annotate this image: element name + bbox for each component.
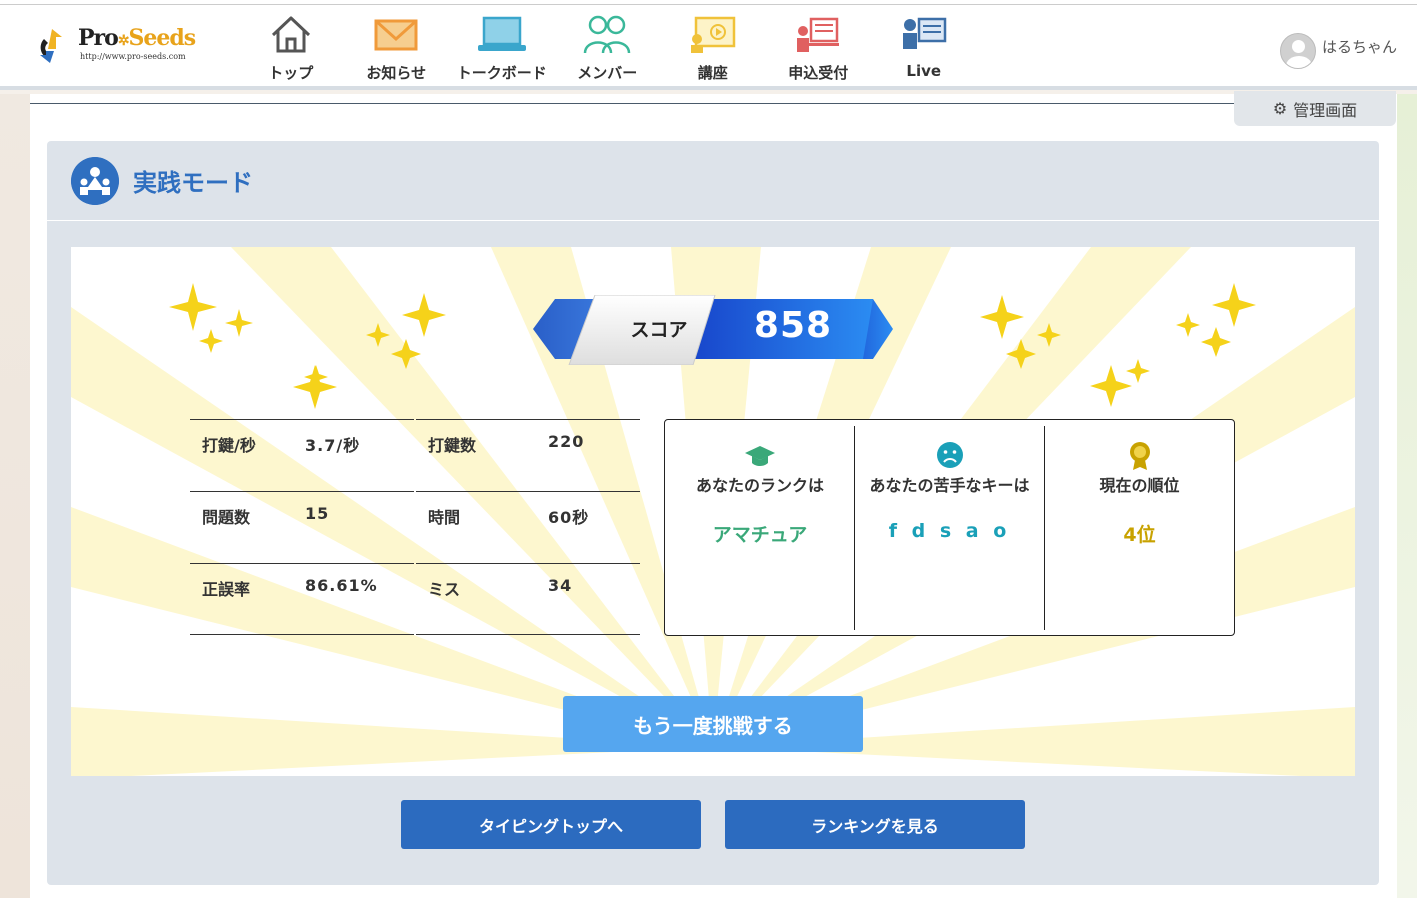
result-info-box: あなたのランクは アマチュア あなたの苦手なキーは f d s a o 現在の順… [664, 419, 1235, 636]
nav-item-talkboard[interactable]: トークボード [449, 5, 555, 91]
stat-questions: 問題数 15 [190, 491, 414, 563]
gear-icon: ⚙ [1272, 99, 1288, 118]
stat-label: 正誤率 [202, 580, 251, 599]
weak-key-column: あなたの苦手なキーは f d s a o [854, 426, 1044, 630]
weak-key-title: あなたの苦手なキーは [869, 476, 1030, 495]
typing-top-button[interactable]: タイピングトップへ [401, 800, 701, 849]
stat-miss: ミス 34 [416, 563, 640, 635]
user-name: はるちゃん [1322, 37, 1398, 56]
stat-value: 86.61% [305, 576, 378, 595]
logo-mark-icon [40, 29, 62, 63]
result-card: スコア 858 打鍵/秒 3.7/秒 打鍵数 220 問題数 15 時間 60秒… [71, 247, 1355, 776]
divider [30, 103, 1235, 104]
mail-icon [374, 19, 418, 51]
site-header: Pro✲Seeds http://www.pro-seeds.com トップ お… [0, 4, 1417, 90]
graduation-cap-icon [745, 446, 775, 466]
nav-item-top[interactable]: トップ [238, 5, 344, 91]
nav-label: メンバー [577, 64, 638, 82]
nav-label: 申込受付 [788, 64, 849, 82]
stat-value: 15 [305, 504, 330, 523]
position-column: 現在の順位 4位 [1044, 426, 1234, 630]
rank-column: あなたのランクは アマチュア [665, 426, 855, 630]
position-value: 4位 [1123, 524, 1156, 546]
practice-mode-icon [71, 157, 119, 205]
page-title: 実践モード [133, 169, 253, 197]
nav-item-application[interactable]: 申込受付 [766, 5, 872, 91]
logo-text: Pro✲Seeds [78, 25, 196, 51]
lecture-icon [690, 16, 735, 53]
laptop-icon [477, 16, 526, 51]
retry-button[interactable]: もう一度挑戦する [563, 696, 863, 752]
nav-label: トークボード [456, 64, 547, 82]
medal-icon [1129, 442, 1150, 470]
stat-value: 34 [548, 576, 573, 595]
home-icon [271, 16, 310, 53]
panel-header: 実践モード [47, 141, 1379, 221]
admin-label: 管理画面 [1293, 100, 1358, 120]
stat-label: 打鍵/秒 [202, 436, 256, 455]
stat-accuracy: 正誤率 86.61% [190, 563, 414, 635]
members-icon [584, 15, 631, 54]
weak-key-value: f d s a o [888, 520, 1011, 542]
stat-label: 時間 [428, 508, 461, 527]
score-label: スコア [630, 319, 688, 341]
nav-label: Live [906, 62, 942, 80]
score-banner: スコア 858 [533, 295, 893, 365]
nav-label: お知らせ [366, 64, 427, 82]
nav-item-members[interactable]: メンバー [555, 5, 661, 91]
admin-button[interactable]: ⚙ 管理画面 [1234, 91, 1396, 126]
application-icon [797, 17, 840, 52]
nav-label: 講座 [697, 64, 728, 82]
nav-label: トップ [268, 64, 314, 82]
nav-item-lecture[interactable]: 講座 [660, 5, 766, 91]
nav-item-live[interactable]: Live [871, 5, 977, 91]
left-background [0, 94, 30, 898]
stat-label: 問題数 [202, 508, 251, 527]
stat-value: 60秒 [548, 508, 590, 527]
practice-mode-panel: 実践モード スコア 858 打鍵/秒 3.7/秒 打鍵数 220 問題数 15 … [47, 141, 1379, 885]
stat-label: ミス [428, 580, 461, 599]
logo-url: http://www.pro-seeds.com [80, 52, 186, 61]
main-nav: トップ お知らせ トークボード メンバー 講座 申込受付 Live [238, 5, 977, 91]
nav-item-news[interactable]: お知らせ [344, 5, 450, 91]
user-menu[interactable]: はるちゃん [1280, 33, 1397, 69]
rank-title: あなたのランクは [695, 476, 824, 495]
stat-value: 220 [548, 432, 585, 451]
avatar [1280, 33, 1316, 69]
stat-value: 3.7/秒 [305, 436, 361, 455]
position-title: 現在の順位 [1099, 476, 1180, 495]
sad-face-icon [936, 442, 963, 468]
stat-keys-per-sec: 打鍵/秒 3.7/秒 [190, 419, 414, 491]
stat-keystrokes: 打鍵数 220 [416, 419, 640, 491]
live-icon [902, 17, 946, 49]
score-value: 858 [753, 305, 833, 346]
ranking-button[interactable]: ランキングを見る [725, 800, 1025, 849]
stat-time: 時間 60秒 [416, 491, 640, 563]
stat-label: 打鍵数 [428, 436, 477, 455]
rank-value: アマチュア [712, 524, 808, 546]
pro-seeds-logo[interactable]: Pro✲Seeds http://www.pro-seeds.com [36, 21, 206, 69]
stats-table: 打鍵/秒 3.7/秒 打鍵数 220 問題数 15 時間 60秒 正誤率 86.… [190, 419, 640, 635]
right-background [1397, 94, 1417, 898]
